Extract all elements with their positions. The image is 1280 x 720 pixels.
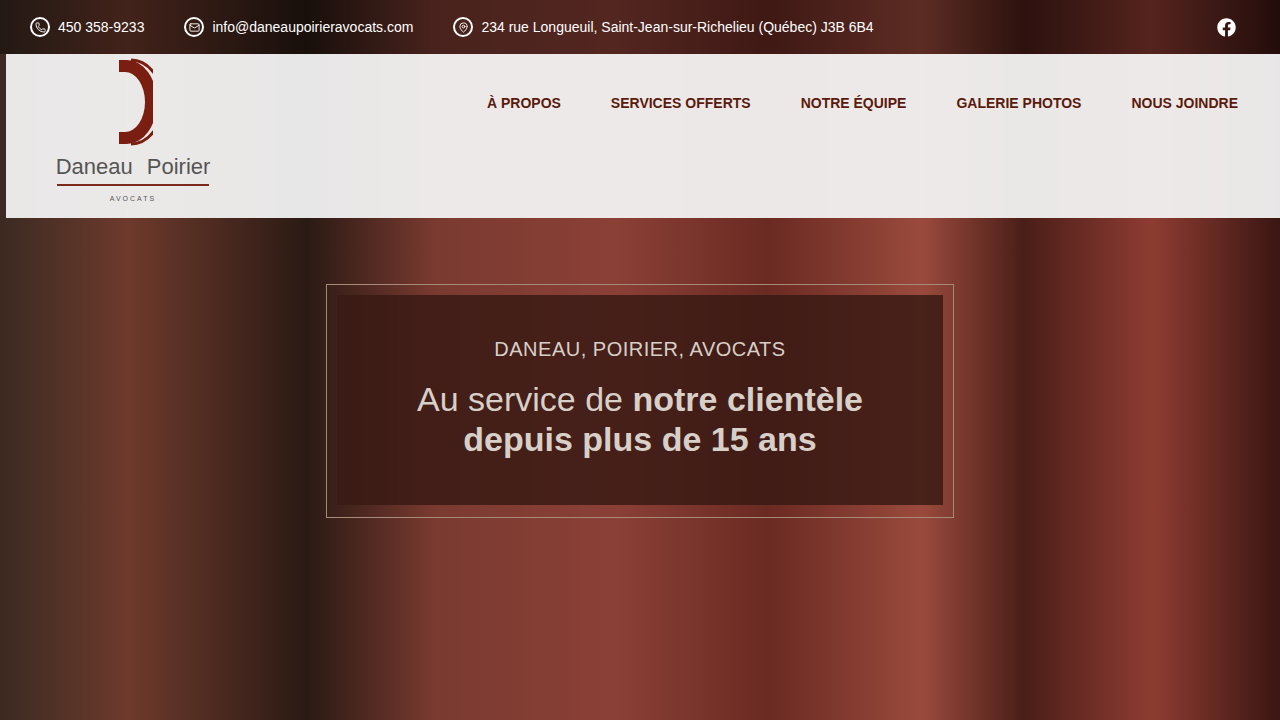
top-bar: 450 358-9233 info@daneaupoirieravocats.co… xyxy=(0,0,1280,54)
email-link[interactable]: info@daneaupoirieravocats.com xyxy=(184,17,413,38)
logo-rule xyxy=(57,184,209,186)
nav-item[interactable]: SERVICES OFFERTS xyxy=(611,93,751,114)
nav-item[interactable]: NOTRE ÉQUIPE xyxy=(801,93,907,114)
address-icon xyxy=(453,17,473,37)
main-nav: À PROPOS SERVICES OFFERTS NOTRE ÉQUIPE GALE… xyxy=(487,54,1238,152)
logo[interactable]: Daneau PoirierAVOCATS xyxy=(57,54,209,203)
logo-mark-icon xyxy=(113,58,153,146)
email-link-icon xyxy=(184,17,204,37)
page: 450 358-9233 info@daneaupoirieravocats.co… xyxy=(0,0,1280,720)
banner: DANEAU, POIRIER, AVOCATS Au service de no… xyxy=(326,284,954,518)
facebook-icon[interactable] xyxy=(1217,18,1236,37)
nav-item[interactable]: GALERIE PHOTOS xyxy=(956,93,1081,114)
banner-title: Au service de notre clientèle xyxy=(417,379,863,419)
nav-item[interactable]: NOUS JOINDRE xyxy=(1131,93,1238,114)
header: Daneau PoirierAVOCATS À PROPOS SERVICES OF… xyxy=(6,54,1280,218)
phone-link-icon xyxy=(30,17,50,37)
banner-subtitle: depuis plus de 15 ans xyxy=(463,419,816,459)
nav-item[interactable]: À PROPOS xyxy=(487,93,561,114)
hero: DANEAU, POIRIER, AVOCATS Au service de no… xyxy=(0,218,1280,720)
phone-link[interactable]: 450 358-9233 xyxy=(30,17,144,38)
address[interactable]: 234 rue Longueuil, Saint-Jean-sur-Richel… xyxy=(453,17,873,38)
banner-eyebrow: DANEAU, POIRIER, AVOCATS xyxy=(494,337,785,361)
